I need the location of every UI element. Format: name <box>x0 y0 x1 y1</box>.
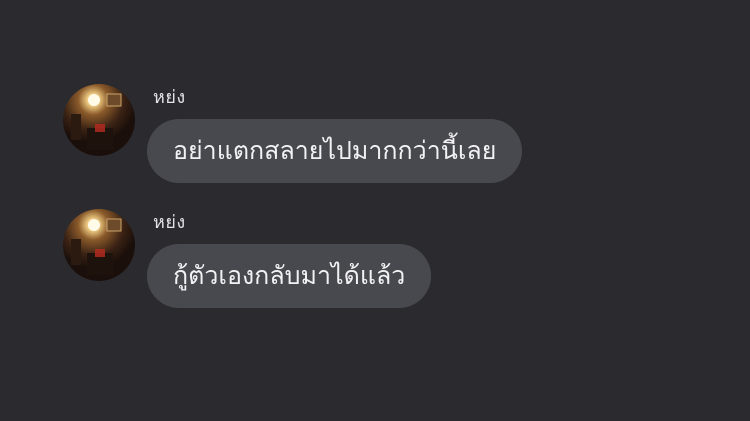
profile-photo-avatar[interactable] <box>63 209 135 281</box>
profile-photo-avatar[interactable] <box>63 84 135 156</box>
chat-thread: หย่ง อย่าแตกสลายไปมากกว่านี้เลย หย่ง กู้… <box>0 0 750 421</box>
message-bubble[interactable]: อย่าแตกสลายไปมากกว่านี้เลย <box>147 119 523 183</box>
sender-name: หย่ง <box>153 87 186 108</box>
message-bubble[interactable]: กู้ตัวเองกลับมาได้แล้ว <box>147 244 432 308</box>
sender-name: หย่ง <box>153 212 186 233</box>
